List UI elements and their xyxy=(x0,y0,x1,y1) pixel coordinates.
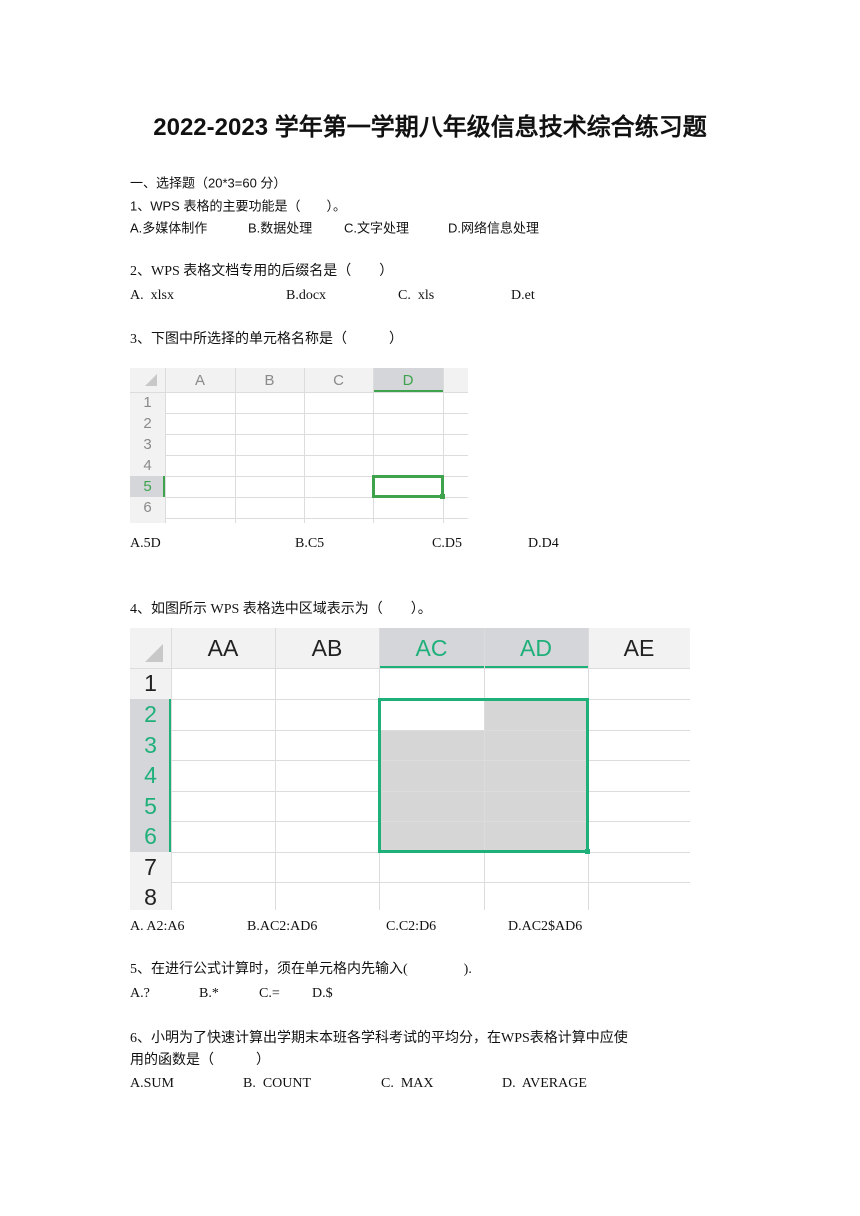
q3-option-c: C.D5 xyxy=(432,536,462,551)
question-2-stem: 2、WPS 表格文档专用的后缀名是（ ） xyxy=(130,264,394,279)
q4-option-c: C.C2:D6 xyxy=(386,919,437,934)
column-header-B: B xyxy=(264,371,275,389)
page-title: 2022-2023 学年第一学期八年级信息技术综合练习题 xyxy=(153,114,707,141)
column-header-AB: AB xyxy=(311,634,343,661)
grid-column-line xyxy=(275,628,276,910)
question-5-stem: 5、在进行公式计算时，须在单元格内先输入( ). xyxy=(130,962,472,977)
grid-row-line xyxy=(130,392,468,393)
question-3-stem: 3、下图中所选择的单元格名称是（ ） xyxy=(130,332,403,347)
q1-option-a: A.多媒体制作 xyxy=(130,220,208,236)
spreadsheet-image-2: AA AB AC AD AE 1 2 3 4 5 6 7 8 xyxy=(130,628,690,910)
q2-option-d: D.et xyxy=(511,288,535,303)
q4-option-b: B.AC2:AD6 xyxy=(247,919,318,934)
q6-option-d: D. AVERAGE xyxy=(502,1076,587,1091)
q5-option-b: B.* xyxy=(199,986,219,1001)
q5-option-c: C.= xyxy=(259,986,280,1001)
grid-row-line xyxy=(130,668,690,669)
row-header-8: 8 xyxy=(144,884,157,910)
row-header-4: 4 xyxy=(143,457,152,474)
q1-option-b: B.数据处理 xyxy=(248,220,313,236)
selection-border xyxy=(372,475,444,498)
grid-row-line xyxy=(165,434,468,435)
row-header-7: 7 xyxy=(144,853,157,880)
column-header-D: D xyxy=(402,371,414,389)
column-header-C: C xyxy=(333,371,344,389)
q2-option-a: A. xlsx xyxy=(130,288,174,303)
fill-handle xyxy=(585,849,590,854)
question-6-stem-line-2: 用的函数是（ ） xyxy=(130,1053,270,1068)
grid-row-line xyxy=(165,518,468,519)
row-header-6: 6 xyxy=(143,499,152,516)
q2-option-c: C. xls xyxy=(398,288,435,303)
q6-option-b: B. COUNT xyxy=(243,1076,312,1091)
q3-option-a: A.5D xyxy=(130,536,161,551)
question-1-stem: 1、WPS 表格的主要功能是（ ）。 xyxy=(130,198,346,214)
grid-row-line xyxy=(165,455,468,456)
q1-option-c: C.文字处理 xyxy=(344,220,410,236)
q6-option-c: C. MAX xyxy=(381,1076,434,1091)
grid-row-line xyxy=(171,882,690,883)
q1-option-d: D.网络信息处理 xyxy=(448,220,540,236)
row-header-7: 7 xyxy=(130,518,165,523)
row-header-5: 5 xyxy=(143,478,152,495)
q6-option-a: A.SUM xyxy=(130,1076,174,1091)
row-header-5: 5 xyxy=(144,792,157,819)
select-all-triangle-icon xyxy=(145,374,157,386)
column-header-A: A xyxy=(194,371,205,389)
q3-option-b: B.C5 xyxy=(295,536,325,551)
row-header-6: 6 xyxy=(144,823,157,849)
row-header-1: 1 xyxy=(144,670,157,696)
grid-column-line xyxy=(443,368,444,523)
q3-option-d: D.D4 xyxy=(528,536,559,551)
row-header-2: 2 xyxy=(143,415,152,432)
question-4-stem: 4、如图所示 WPS 表格选中区域表示为（ ）。 xyxy=(130,602,432,617)
row-header-3: 3 xyxy=(144,731,157,758)
question-6-stem-line-1: 6、小明为了快速计算出学期末本班各学科考试的平均分，在WPS表格计算中应使 xyxy=(130,1031,628,1046)
spreadsheet-image-1: A B C D 1 2 3 4 5 6 7 xyxy=(130,360,468,523)
q4-option-a: A. A2:A6 xyxy=(130,919,185,934)
column-header-AD: AD xyxy=(520,634,552,661)
row-header-3: 3 xyxy=(143,436,152,453)
grid-column-line xyxy=(171,628,172,910)
grid-row-line xyxy=(165,413,468,414)
row-header-4: 4 xyxy=(144,762,157,788)
row-header-2: 2 xyxy=(144,701,157,727)
column-header-AA: AA xyxy=(207,634,239,661)
fill-handle xyxy=(440,494,445,499)
q2-option-b: B.docx xyxy=(286,288,327,303)
select-all-triangle-icon xyxy=(145,644,163,662)
row-header-1: 1 xyxy=(143,394,152,411)
selection-border xyxy=(378,698,589,853)
q4-option-d: D.AC2$AD6 xyxy=(508,919,583,934)
column-header-AC: AC xyxy=(415,634,448,661)
q5-option-d: D.$ xyxy=(312,986,333,1001)
q5-option-a: A.? xyxy=(130,986,150,1001)
section-heading: 一、选择题（20*3=60 分） xyxy=(130,175,287,191)
column-header-AE: AE xyxy=(623,634,655,661)
